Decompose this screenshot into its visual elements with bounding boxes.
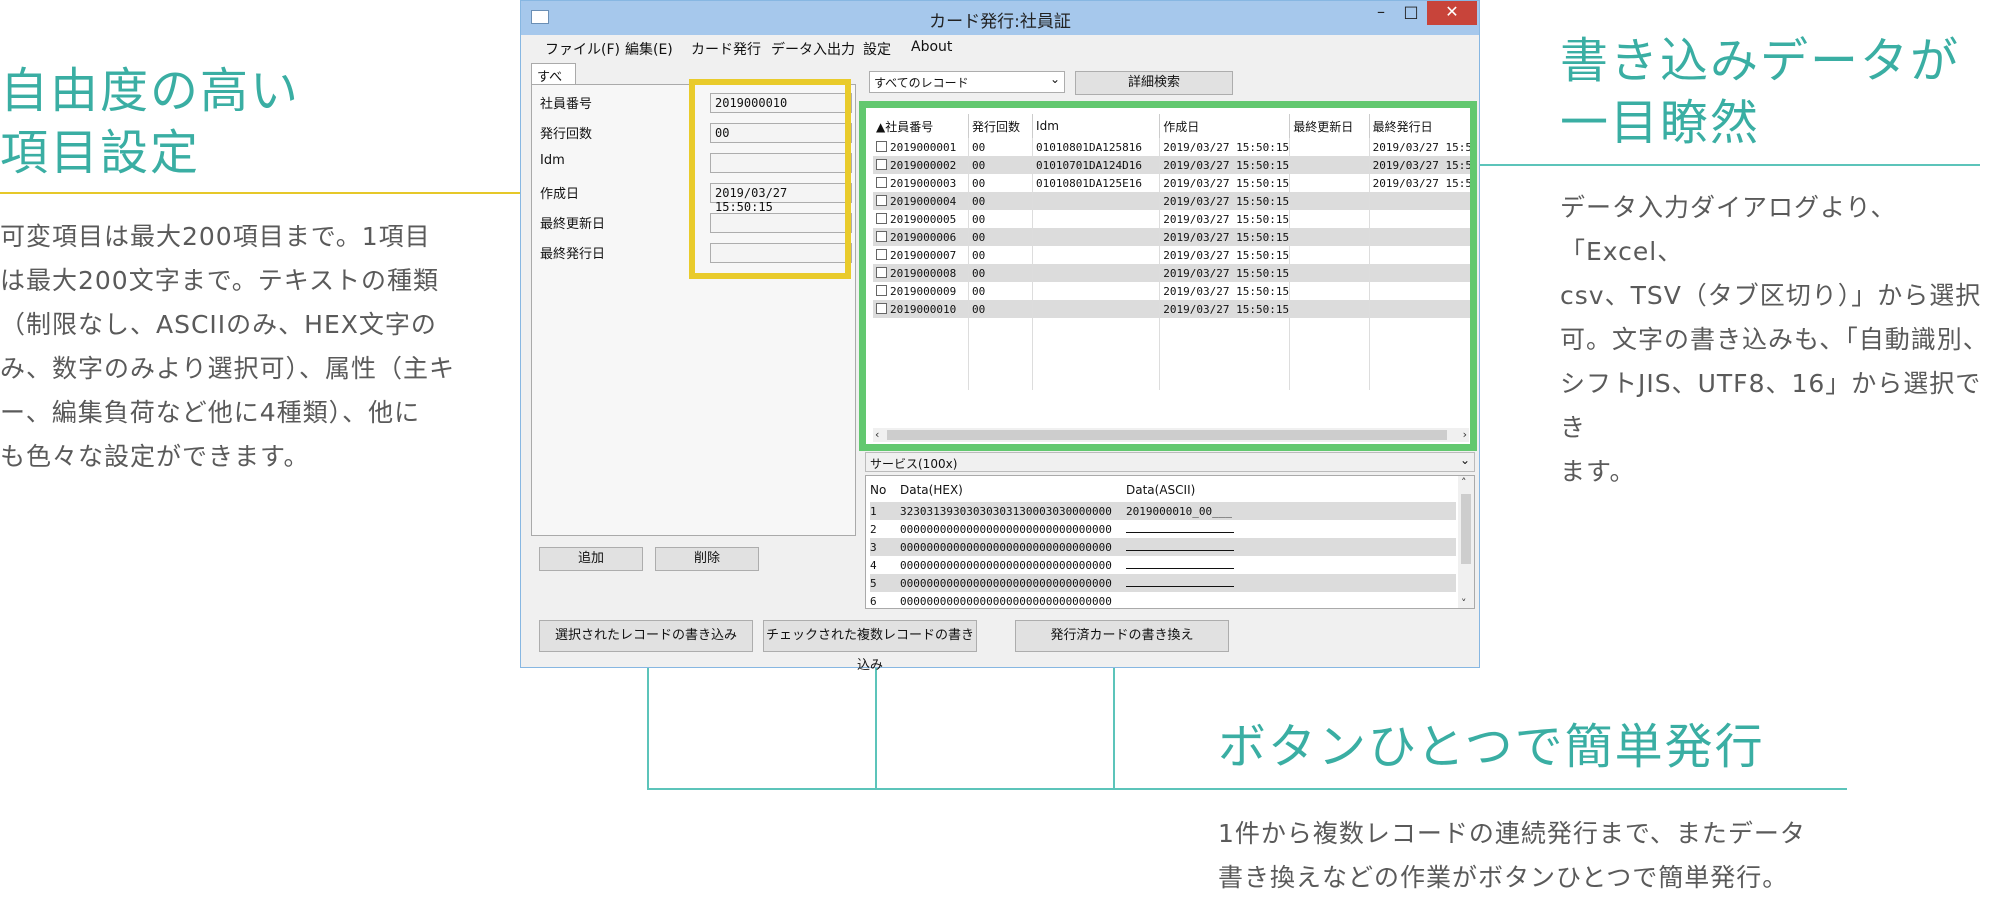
ascii-blank — [1126, 523, 1234, 533]
callout-bottom-title: ボタンひとつで簡単発行 — [1218, 719, 1765, 775]
minimize-button[interactable]: – — [1367, 1, 1395, 25]
service-row[interactable]: 1 32303139303030303130003030000000 2019000… — [870, 502, 1456, 520]
record-filter-select[interactable]: すべてのレコード ⌄ — [869, 71, 1065, 93]
vertical-scrollbar[interactable]: ˄ ˅ — [1458, 476, 1474, 608]
callout-right-desc-line: 可。文字の書き込みも、「自動識別、 — [1560, 325, 1989, 354]
menu-card-issue[interactable]: カード発行 — [691, 39, 761, 59]
menu-bar: ファイル(F) 編集(E) カード発行 データ入出力 設定 About — [521, 35, 1479, 61]
field-label: 社員番号 — [540, 97, 593, 112]
field-label: 最終発行日 — [540, 247, 606, 262]
callout-bottom-desc: 1件から複数レコードの連続発行まで、またデータ 書き換えなどの作業がボタンひとつ… — [1218, 812, 1806, 900]
delete-button[interactable]: 削除 — [655, 547, 759, 571]
callout-bottom-desc-line: 1件から複数レコードの連続発行まで、またデータ — [1218, 819, 1806, 848]
menu-about[interactable]: About — [911, 39, 952, 55]
service-row[interactable]: 3 00000000000000000000000000000000 — [870, 538, 1456, 556]
service-row[interactable]: 4 00000000000000000000000000000000 — [870, 556, 1456, 574]
service-row[interactable]: 5 00000000000000000000000000000000 — [870, 574, 1456, 592]
service-select[interactable]: サービス(100x) ⌄ — [865, 452, 1475, 472]
detail-search-button[interactable]: 詳細検索 — [1075, 71, 1233, 95]
callout-right-desc-line: データ入力ダイアログより、「Excel、 — [1560, 193, 1897, 266]
service-table: No Data(HEX) Data(ASCII) 1 32303139303030… — [870, 478, 1456, 608]
connector-v3 — [1113, 655, 1115, 790]
callout-right-title-line2: 一目瞭然 — [1560, 95, 1761, 151]
service-data-panel: No Data(HEX) Data(ASCII) 1 32303139303030… — [865, 475, 1475, 609]
write-checked-button[interactable]: チェックされた複数レコードの書き込み — [763, 620, 977, 673]
col-ascii: Data(ASCII) — [1126, 483, 1196, 497]
callout-left-title-line1: 自由度の高い — [0, 63, 301, 119]
chevron-down-icon: ⌄ — [1459, 453, 1470, 467]
callout-left-desc: 可変項目は最大200項目まで。1項目 は最大200文字まで。テキストの種類 （制… — [0, 215, 455, 479]
ascii-blank — [1126, 559, 1234, 569]
connector-h — [647, 788, 1847, 790]
callout-right-title-line1: 書き込みデータが — [1560, 33, 1961, 89]
field-label: Idm — [540, 153, 565, 168]
field-highlight — [689, 79, 851, 279]
callout-left-desc-line: 可変項目は最大200項目まで。1項目 — [0, 222, 431, 251]
menu-data-io[interactable]: データ入出力 — [771, 39, 855, 59]
menu-file[interactable]: ファイル(F) — [545, 39, 620, 59]
callout-left-desc-line: み、数字のみより選択可）、属性（主キ — [0, 354, 456, 383]
chevron-down-icon: ⌄ — [1049, 72, 1060, 86]
service-label: サービス(100x) — [870, 457, 958, 471]
field-label: 最終更新日 — [540, 217, 606, 232]
callout-right-desc-line: シフトJIS、UTF8、16」から選択でき — [1560, 369, 1982, 442]
connector-v1 — [647, 655, 649, 790]
service-header-row: No Data(HEX) Data(ASCII) — [870, 478, 1456, 502]
rewrite-issued-button[interactable]: 発行済カードの書き換え — [1015, 620, 1229, 652]
title-bar: カード発行:社員証 – □ ✕ — [521, 1, 1479, 35]
scroll-thumb[interactable] — [1461, 494, 1471, 564]
scroll-up-icon[interactable]: ˄ — [1461, 476, 1467, 489]
ascii-blank — [1126, 577, 1234, 587]
col-hex: Data(HEX) — [900, 483, 963, 497]
callout-bottom-desc-line: 書き換えなどの作業がボタンひとつで簡単発行。 — [1218, 863, 1789, 892]
callout-right-desc-line: ます。 — [1560, 457, 1636, 486]
service-row[interactable]: 2 00000000000000000000000000000000 — [870, 520, 1456, 538]
record-filter-value: すべてのレコード — [874, 76, 969, 90]
callout-left-title: 自由度の高い 項目設定 — [0, 60, 300, 184]
callout-right-desc: データ入力ダイアログより、「Excel、 csv、TSV（タブ区切り）」から選択… — [1560, 186, 2000, 494]
add-button[interactable]: 追加 — [539, 547, 643, 571]
field-label: 発行回数 — [540, 127, 593, 142]
callout-right-title: 書き込みデータが 一目瞭然 — [1560, 30, 1960, 154]
callout-left-title-line2: 項目設定 — [0, 125, 201, 181]
service-row[interactable]: 6 00000000000000000000000000000000 — [870, 592, 1456, 608]
tab-all[interactable]: すべて — [531, 63, 576, 104]
ascii-blank — [1126, 541, 1234, 551]
callout-right-desc-line: csv、TSV（タブ区切り）」から選択 — [1560, 281, 1982, 310]
scroll-down-icon[interactable]: ˅ — [1461, 597, 1467, 608]
menu-edit[interactable]: 編集(E) — [625, 39, 673, 59]
field-label: 作成日 — [540, 187, 580, 202]
col-no: No — [870, 483, 887, 497]
maximize-button[interactable]: □ — [1397, 1, 1425, 25]
close-button[interactable]: ✕ — [1427, 1, 1477, 25]
menu-settings[interactable]: 設定 — [863, 39, 891, 59]
callout-left-desc-line: も色々な設定ができます。 — [0, 442, 310, 471]
app-window: カード発行:社員証 – □ ✕ ファイル(F) 編集(E) カード発行 データ入… — [520, 0, 1480, 673]
write-selected-button[interactable]: 選択されたレコードの書き込み — [539, 620, 753, 652]
callout-left-desc-line: （制限なし、ASCIIのみ、HEX文字の — [0, 310, 437, 339]
callout-left-desc-line: ー、編集負荷など他に4種類）、他に — [0, 398, 421, 427]
grid-highlight — [859, 101, 1477, 451]
window-title: カード発行:社員証 — [929, 12, 1071, 32]
callout-right-connector — [1474, 164, 1980, 166]
callout-left-desc-line: は最大200文字まで。テキストの種類 — [0, 266, 439, 295]
